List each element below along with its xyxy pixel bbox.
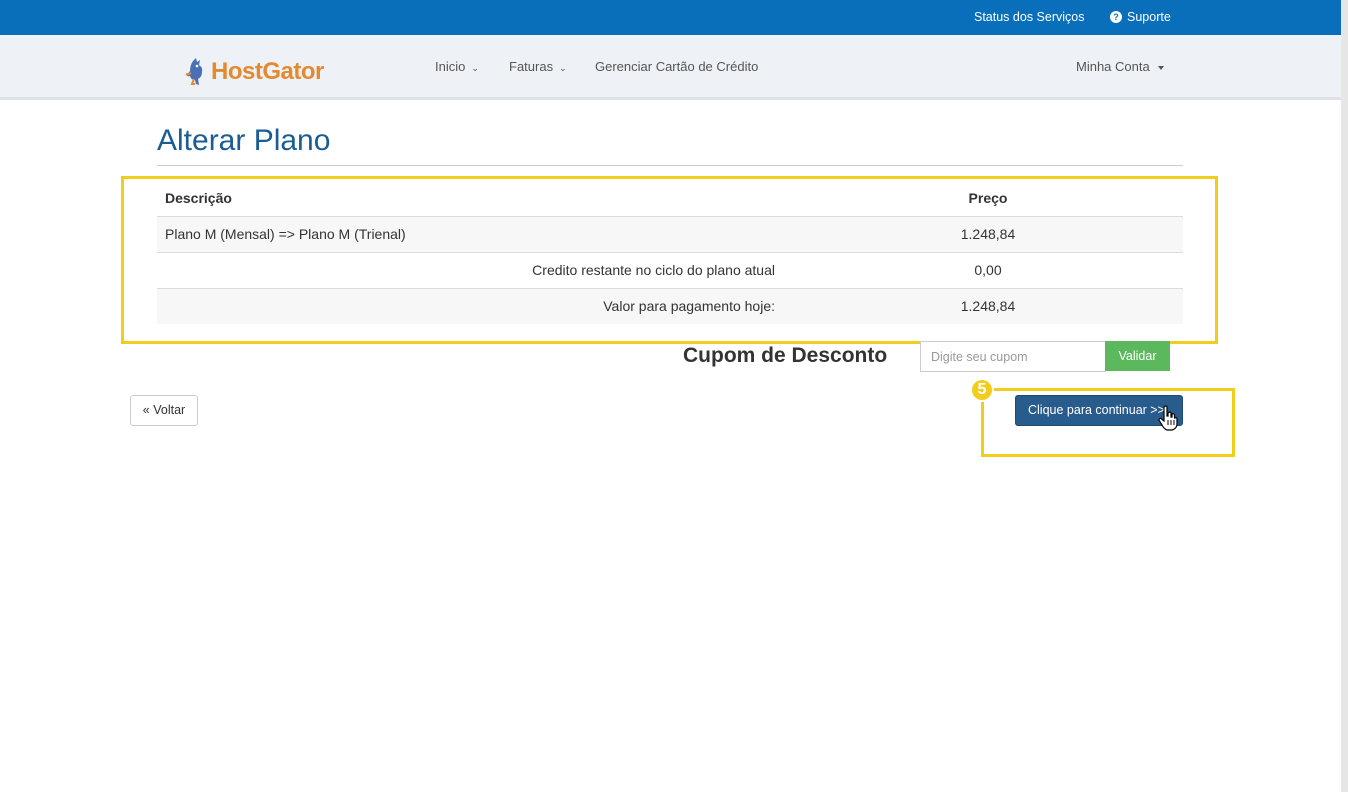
suporte-link[interactable]: ? Suporte [1110, 10, 1171, 24]
status-servicos-link[interactable]: Status dos Serviços [974, 10, 1084, 24]
logo-text: HostGator [211, 58, 324, 85]
title-divider [157, 165, 1183, 166]
caret-down-icon [1157, 65, 1164, 70]
chevron-down-icon: ⌄ [471, 63, 479, 73]
nav-gerenciar-cartao[interactable]: Gerenciar Cartão de Crédito [595, 59, 758, 74]
page-title: Alterar Plano [157, 124, 331, 157]
nav-conta-label: Minha Conta [1076, 59, 1150, 74]
nav-faturas-label: Faturas [509, 59, 554, 74]
suporte-label: Suporte [1127, 10, 1171, 24]
main-navbar: HostGator Inicio ⌄ Faturas ⌄ Gerenciar Car… [0, 35, 1341, 100]
step-badge: 5 [970, 378, 994, 402]
table-highlight-box [121, 176, 1218, 344]
nav-inicio-label: Inicio [435, 59, 466, 74]
chevron-down-icon: ⌄ [559, 63, 567, 73]
coupon-input[interactable] [920, 341, 1106, 372]
coupon-label: Cupom de Desconto [683, 344, 888, 367]
top-bar: Status dos Serviços ? Suporte [0, 0, 1341, 35]
help-icon: ? [1110, 11, 1122, 23]
gator-mascot-icon [185, 58, 203, 85]
nav-faturas[interactable]: Faturas ⌄ [509, 59, 567, 74]
hostgator-logo[interactable]: HostGator [184, 57, 324, 87]
hand-pointer-cursor-icon [1158, 405, 1178, 431]
nav-minha-conta[interactable]: Minha Conta [1076, 59, 1164, 74]
nav-cartao-label: Gerenciar Cartão de Crédito [595, 59, 759, 74]
nav-inicio[interactable]: Inicio ⌄ [435, 59, 479, 74]
vertical-scrollbar[interactable] [1341, 0, 1348, 792]
voltar-button[interactable]: « Voltar [130, 395, 198, 426]
validar-button[interactable]: Validar [1105, 341, 1170, 371]
